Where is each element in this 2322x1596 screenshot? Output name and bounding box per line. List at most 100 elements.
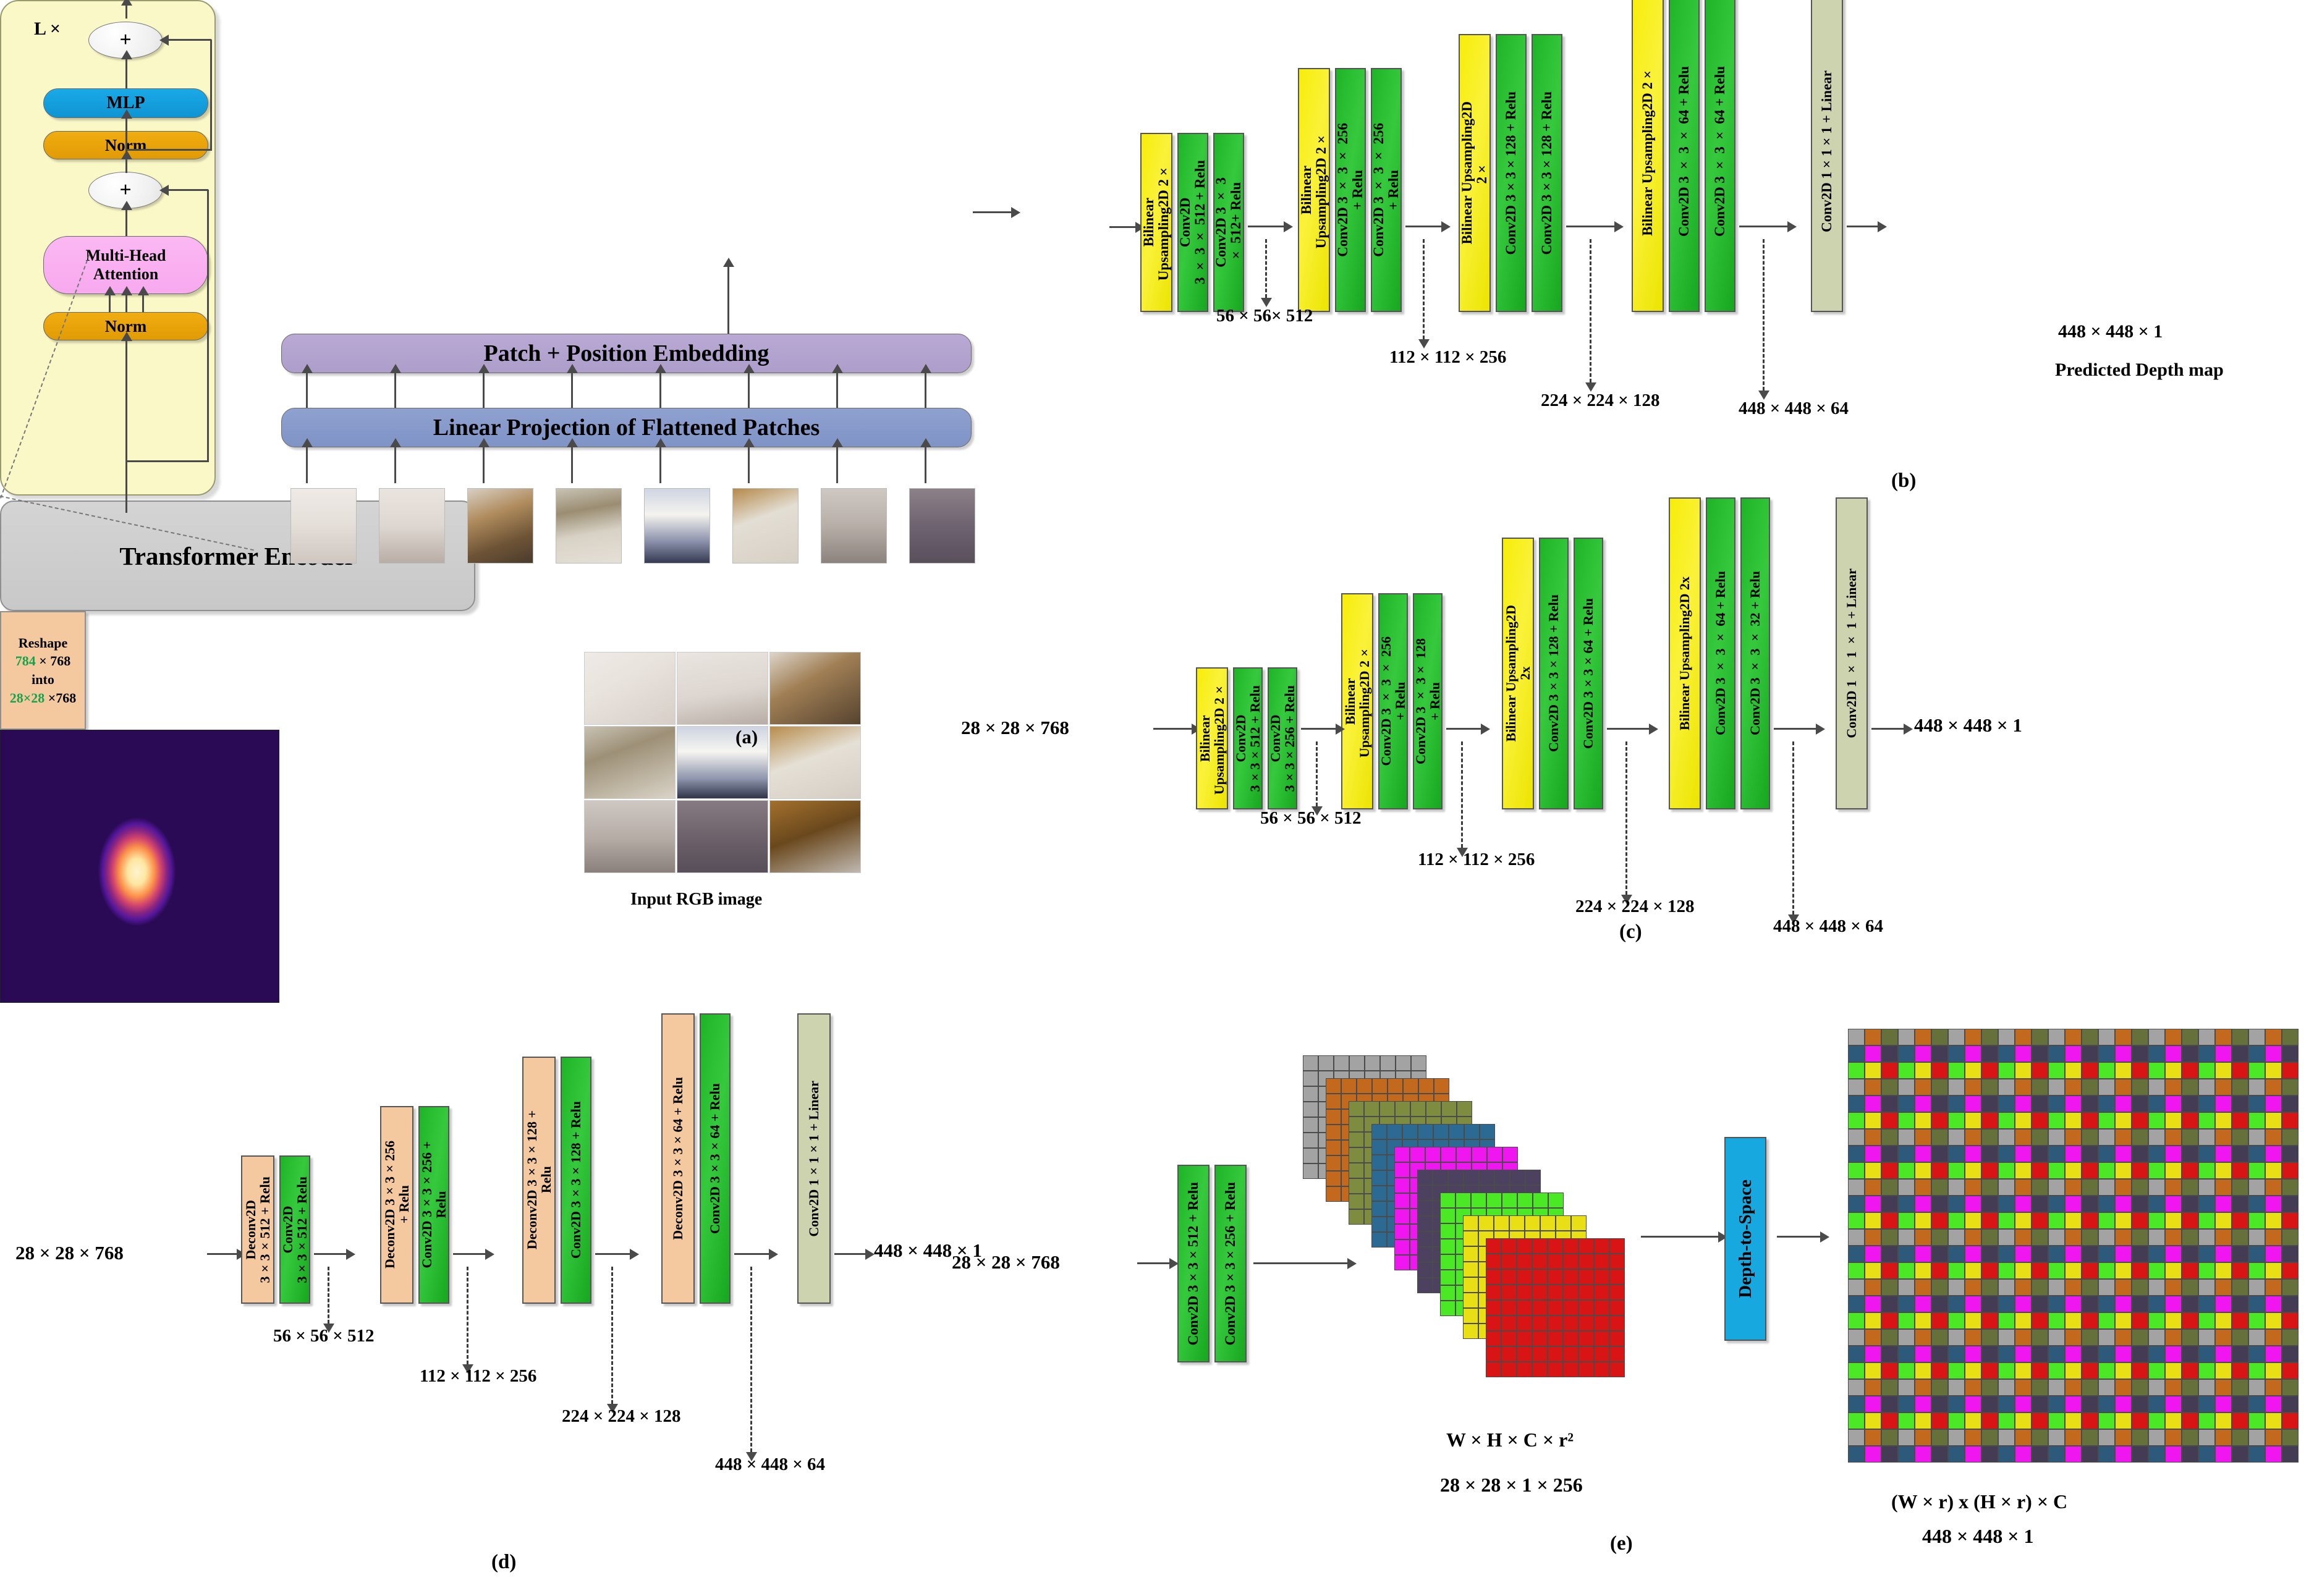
- feature-map-cell: [1388, 1078, 1403, 1094]
- mosaic-cell: [1848, 1412, 1865, 1429]
- mosaic-cell: [1865, 1229, 1881, 1246]
- arrow-head: [744, 364, 755, 373]
- feature-map-cell: [1410, 1101, 1426, 1117]
- mosaic-cell: [1965, 1412, 1981, 1429]
- mosaic-cell: [1915, 1196, 1931, 1212]
- mosaic-cell: [2198, 1346, 2215, 1362]
- mosaic-cell: [2265, 1312, 2282, 1329]
- mosaic-cell: [2215, 1279, 2232, 1296]
- mosaic-cell: [2115, 1162, 2132, 1179]
- feature-map-cell: [1326, 1140, 1341, 1155]
- mosaic-cell: [2115, 1112, 2132, 1129]
- mosaic-cell: [2098, 1246, 2115, 1262]
- panel-b-block: Conv2D 1×1×1 + Linear: [1811, 0, 1843, 312]
- panel-e-mosaic-caption-2: 448 × 448 × 1: [1922, 1525, 2034, 1547]
- feature-map-cell: [1402, 1124, 1418, 1139]
- arrow-head: [346, 1249, 355, 1260]
- feature-map-cell: [1371, 1201, 1387, 1217]
- arrow-head: [121, 0, 132, 6]
- mosaic-cell: [1981, 1262, 1998, 1279]
- mosaic-cell: [2048, 1229, 2065, 1246]
- mosaic-cell: [2082, 1162, 2098, 1179]
- mosaic-cell: [2198, 1096, 2215, 1112]
- mosaic-cell: [2048, 1429, 2065, 1446]
- feature-map-cell: [1502, 1193, 1517, 1208]
- mosaic-cell: [2215, 1229, 2232, 1246]
- feature-map-cell: [1502, 1147, 1518, 1162]
- mosaic-cell: [2098, 1212, 2115, 1229]
- mosaic-cell: [2015, 1045, 2032, 1062]
- mosaic-cell: [2148, 1296, 2165, 1312]
- panel-b-block: Conv2D 3 × 3 × 64 + Relu: [1669, 0, 1700, 312]
- feature-map-cell: [1548, 1193, 1564, 1208]
- mosaic-cell: [2165, 1262, 2182, 1279]
- mosaic-cell: [2148, 1312, 2165, 1329]
- mosaic-cell: [2215, 1129, 2232, 1146]
- mosaic-cell: [1865, 1062, 1881, 1079]
- mosaic-cell: [2015, 1179, 2032, 1196]
- mosaic-cell: [1848, 1362, 1865, 1379]
- mosaic-cell: [1865, 1262, 1881, 1279]
- predicted-depth-map: [0, 730, 279, 1003]
- mosaic-cell: [2232, 1312, 2248, 1329]
- panel-c-block: Conv2D 3×3×64 + Relu: [1574, 538, 1603, 809]
- mosaic-cell: [1881, 1062, 1898, 1079]
- mosaic-cell: [2165, 1212, 2182, 1229]
- panel-d-dashed: [467, 1267, 468, 1364]
- mosaic-cell: [2248, 1112, 2265, 1129]
- feature-map-cell: [1517, 1254, 1532, 1269]
- feature-map-cell: [1532, 1300, 1548, 1315]
- mosaic-cell: [1965, 1212, 1981, 1229]
- mosaic-cell: [1881, 1179, 1898, 1196]
- mosaic-cell: [2098, 1379, 2115, 1396]
- mosaic-cell: [1948, 1196, 1965, 1212]
- mosaic-cell: [2082, 1045, 2098, 1062]
- mosaic-cell: [2232, 1346, 2248, 1362]
- mosaic-cell: [1865, 1129, 1881, 1146]
- feature-map-cell: [1303, 1163, 1318, 1179]
- mosaic-cell: [2082, 1379, 2098, 1396]
- mosaic-cell: [2115, 1146, 2132, 1162]
- arrow-head: [1011, 207, 1020, 218]
- mosaic-cell: [1965, 1296, 1981, 1312]
- feature-map-cell: [1394, 1255, 1410, 1270]
- mosaic-cell: [2215, 1112, 2232, 1129]
- feature-map-cell: [1609, 1331, 1625, 1346]
- mosaic-cell: [2148, 1362, 2165, 1379]
- feature-map-cell: [1463, 1246, 1478, 1262]
- mosaic-cell: [1998, 1129, 2015, 1146]
- mosaic-cell: [2082, 1062, 2098, 1079]
- mosaic-cell: [1915, 1045, 1931, 1062]
- mosaic-cell: [2048, 1079, 2065, 1096]
- mosaic-cell: [2198, 1179, 2215, 1196]
- block-label: Conv2D 3 × 3 × 256 + Relu: [1334, 123, 1365, 257]
- mosaic-cell: [2282, 1179, 2299, 1196]
- block-label: Deconv2D 3×3×512 + Relu: [242, 1176, 273, 1283]
- mosaic-cell: [2182, 1196, 2198, 1212]
- mosaic-cell: [2115, 1096, 2132, 1112]
- mosaic-cell: [1998, 1262, 2015, 1279]
- mosaic-cell: [1948, 1296, 1965, 1312]
- mosaic-cell: [2198, 1196, 2215, 1212]
- mosaic-cell: [1848, 1246, 1865, 1262]
- mosaic-cell: [2082, 1296, 2098, 1312]
- mosaic-cell: [1898, 1062, 1915, 1079]
- feature-map-cell: [1463, 1324, 1478, 1339]
- mosaic-cell: [1948, 1045, 1965, 1062]
- panel-e-arrow: [1253, 1262, 1347, 1264]
- mosaic-cell: [2132, 1246, 2148, 1262]
- mosaic-cell: [1865, 1379, 1881, 1396]
- mosaic-cell: [2165, 1362, 2182, 1379]
- feature-map-cell: [1517, 1285, 1532, 1300]
- feature-map-cell: [1326, 1078, 1341, 1094]
- mosaic-cell: [2082, 1262, 2098, 1279]
- mosaic-cell: [1848, 1045, 1865, 1062]
- mosaic-cell: [2098, 1346, 2115, 1362]
- arrow-line: [659, 373, 661, 408]
- mosaic-cell: [2232, 1112, 2248, 1129]
- mosaic-cell: [2165, 1246, 2182, 1262]
- feature-map-cell: [1571, 1215, 1587, 1231]
- mosaic-cell: [2015, 1312, 2032, 1329]
- mosaic-cell: [2265, 1229, 2282, 1246]
- feature-map-cell: [1609, 1300, 1625, 1315]
